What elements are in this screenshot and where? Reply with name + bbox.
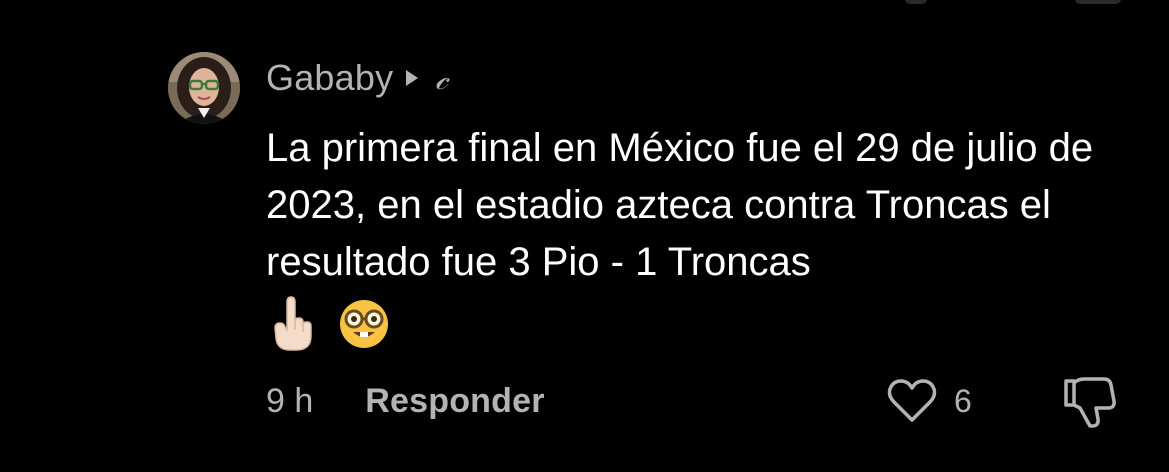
previous-comment-edge (905, 0, 927, 4)
thumbs-down-icon[interactable] (1060, 375, 1118, 429)
like-group: 6 (886, 376, 972, 426)
like-count: 6 (954, 382, 972, 419)
heart-icon[interactable] (886, 378, 938, 424)
point-up-emoji (274, 296, 312, 351)
comment-header: Gababy 𝒸 (266, 56, 448, 100)
reply-button[interactable]: Responder (365, 382, 544, 421)
comment-footer: 9 h Responder (266, 378, 545, 424)
username[interactable]: Gababy (266, 57, 393, 99)
timestamp: 9 h (266, 381, 314, 420)
play-icon (405, 67, 423, 89)
profile-photo (168, 52, 240, 124)
comment-text: La primera final en México fue el 29 de … (266, 126, 1094, 284)
creator-badge-icon: 𝒸 (435, 59, 449, 97)
comment-emojis (270, 296, 390, 352)
nerd-face-emoji (340, 300, 388, 348)
avatar[interactable] (168, 52, 240, 124)
previous-comment-edge (1075, 0, 1121, 4)
